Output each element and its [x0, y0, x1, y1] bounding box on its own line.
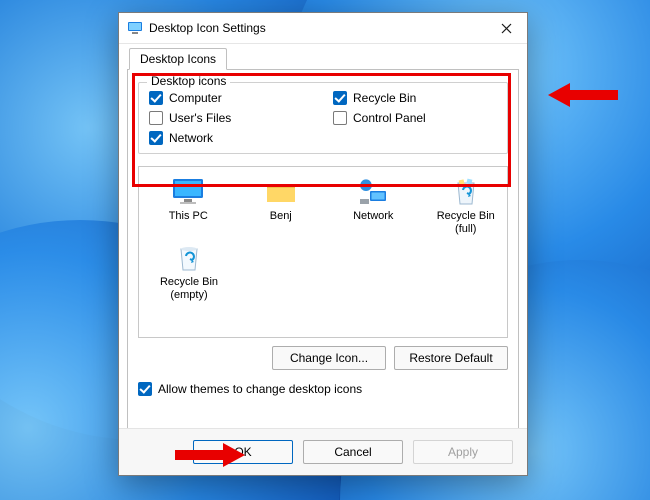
- icon-label: This PC: [169, 210, 208, 223]
- preview-icon-user-folder[interactable]: Benj: [246, 177, 317, 235]
- checkbox-icon: [333, 111, 347, 125]
- preview-icon-recycle-bin-full[interactable]: Recycle Bin (full): [431, 177, 502, 235]
- close-button[interactable]: [491, 16, 521, 40]
- change-icon-button[interactable]: Change Icon...: [272, 346, 386, 370]
- titlebar-icon: [127, 20, 143, 36]
- network-icon: [356, 177, 390, 207]
- restore-default-button[interactable]: Restore Default: [394, 346, 508, 370]
- checkbox-network[interactable]: Network: [149, 131, 313, 145]
- checkbox-users-files[interactable]: User's Files: [149, 111, 313, 125]
- checkbox-recycle-bin[interactable]: Recycle Bin: [333, 91, 497, 105]
- titlebar: Desktop Icon Settings: [119, 13, 527, 44]
- folder-icon: [264, 177, 298, 207]
- checkbox-label: Recycle Bin: [353, 91, 416, 105]
- checkbox-icon: [149, 111, 163, 125]
- window-title: Desktop Icon Settings: [149, 21, 491, 35]
- desktop-icons-groupbox: Desktop icons Computer Recycle Bin User'…: [138, 82, 508, 154]
- preview-icon-this-pc[interactable]: This PC: [153, 177, 224, 235]
- checkbox-icon: [138, 382, 152, 396]
- checkbox-control-panel[interactable]: Control Panel: [333, 111, 497, 125]
- tab-desktop-icons[interactable]: Desktop Icons: [129, 48, 227, 70]
- tab-panel: Desktop icons Computer Recycle Bin User'…: [127, 69, 519, 430]
- groupbox-legend: Desktop icons: [147, 74, 230, 88]
- preview-icon-recycle-bin-empty[interactable]: Recycle Bin (empty): [153, 243, 225, 301]
- icon-preview-area: This PC Benj: [138, 166, 508, 338]
- icon-label: Recycle Bin (empty): [160, 276, 218, 301]
- preview-icon-network[interactable]: Network: [338, 177, 409, 235]
- apply-button: Apply: [413, 440, 513, 464]
- desktop-icon-settings-window: Desktop Icon Settings Desktop Icons Desk…: [118, 12, 528, 476]
- checkbox-computer[interactable]: Computer: [149, 91, 313, 105]
- icon-label: Recycle Bin (full): [437, 210, 495, 235]
- checkbox-icon: [149, 131, 163, 145]
- checkbox-label: Network: [169, 131, 213, 145]
- checkbox-icon: [333, 91, 347, 105]
- recycle-bin-empty-icon: [172, 243, 206, 273]
- monitor-icon: [171, 177, 205, 207]
- checkbox-label: User's Files: [169, 111, 231, 125]
- checkbox-label: Allow themes to change desktop icons: [158, 382, 362, 396]
- checkbox-label: Computer: [169, 91, 222, 105]
- tabstrip: Desktop Icons: [127, 48, 519, 70]
- checkbox-icon: [149, 91, 163, 105]
- checkbox-label: Control Panel: [353, 111, 426, 125]
- dialog-footer: OK Cancel Apply: [119, 428, 527, 475]
- recycle-bin-full-icon: [449, 177, 483, 207]
- checkbox-allow-themes[interactable]: Allow themes to change desktop icons: [138, 382, 508, 396]
- ok-button[interactable]: OK: [193, 440, 293, 464]
- icon-label: Network: [353, 210, 393, 223]
- icon-label: Benj: [270, 210, 292, 223]
- cancel-button[interactable]: Cancel: [303, 440, 403, 464]
